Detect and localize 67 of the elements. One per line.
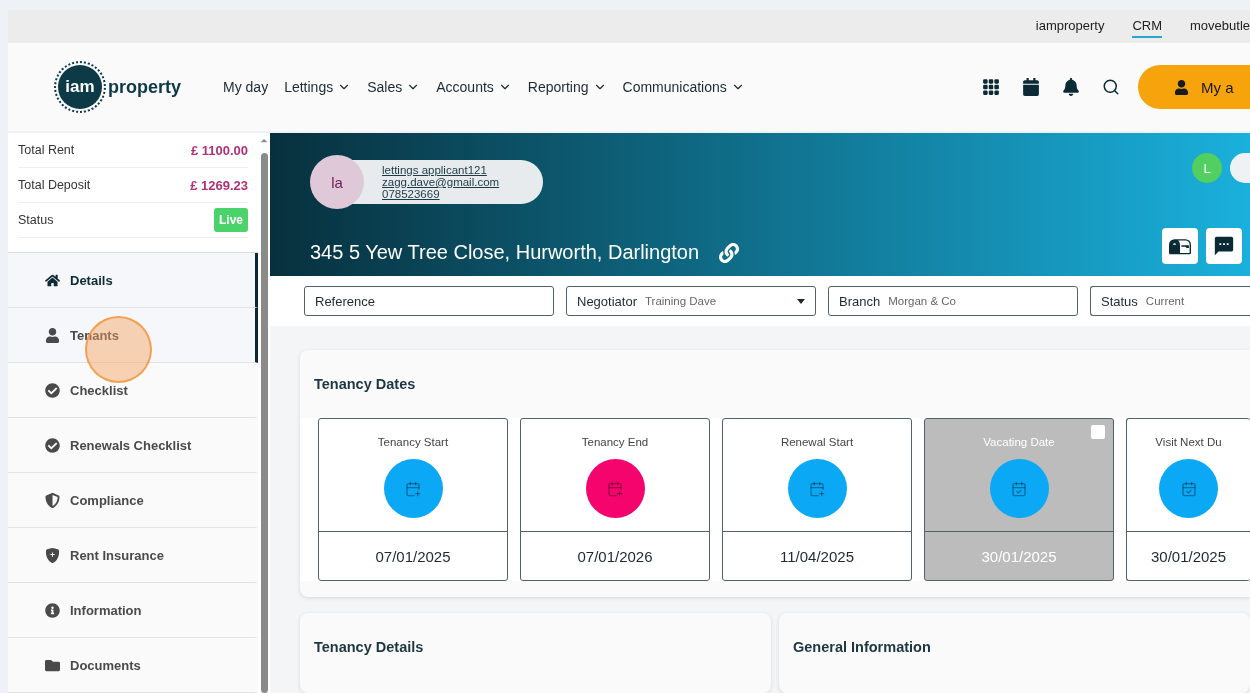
logo-word[interactable]: property (108, 76, 181, 98)
top-link[interactable]: movebutle (1190, 15, 1250, 38)
sidebar-item[interactable]: Details (8, 253, 258, 308)
date-value: 07/01/2025 (374, 546, 452, 567)
account-button[interactable]: My a (1138, 65, 1250, 109)
link-icon[interactable] (719, 242, 740, 263)
date-value: 11/04/2025 (779, 546, 855, 567)
date-label: Tenancy Start (377, 436, 449, 448)
date-label: Visit Next Du (1155, 436, 1222, 448)
sidebar-item[interactable]: Rent Insurance (8, 528, 258, 583)
nav-item[interactable]: Reporting (527, 79, 607, 95)
date-card[interactable]: Tenancy End 07/01/2026 (520, 418, 710, 581)
name-link[interactable]: lettings applicant121 (382, 164, 500, 176)
search-icon[interactable] (1102, 78, 1120, 96)
property-address: 345 5 Yew Tree Close, Hurworth, Darlington (310, 241, 700, 264)
panel-title: General Information (792, 638, 932, 657)
date-card[interactable]: Tenancy Start 07/01/2025 (318, 418, 508, 581)
sidebar-item[interactable]: Renewals Checklist (8, 418, 258, 473)
sms-button[interactable] (1206, 228, 1242, 264)
select-field[interactable]: Status Current (1090, 286, 1250, 316)
calendar-icon[interactable] (1022, 78, 1040, 96)
bell-icon[interactable] (1062, 78, 1080, 96)
sidebar-item[interactable]: Checklist (8, 363, 258, 418)
user-icon (45, 327, 60, 343)
sidebar-item[interactable]: Documents (8, 638, 258, 693)
top-link[interactable]: iamproperty (1035, 15, 1105, 38)
nav-item[interactable]: Accounts (436, 79, 512, 95)
amount-value: £ 1100.00 (190, 142, 248, 158)
folder-icon (45, 657, 60, 673)
nav-item[interactable]: My day (223, 79, 269, 95)
date-value: 30/01/2025 (1149, 546, 1228, 567)
summary-label: Total Deposit (18, 178, 91, 192)
logo-mark[interactable]: iam (58, 65, 102, 109)
sidebar-item[interactable]: Compliance (8, 473, 258, 528)
date-label: Renewal Start (780, 436, 854, 448)
select-field[interactable]: Negotiator Training Dave (566, 286, 816, 316)
date-value: 07/01/2026 (576, 546, 654, 567)
panel-title: Tenancy Dates (313, 375, 417, 394)
select-field[interactable]: Reference (304, 286, 554, 316)
date-value: 30/01/2025 (980, 546, 1058, 567)
date-card[interactable]: Renewal Start 11/04/2025 (722, 418, 912, 581)
date-label: Tenancy End (581, 436, 649, 448)
nav-item[interactable]: Lettings (284, 79, 352, 95)
mailbox-button[interactable] (1162, 228, 1198, 264)
sidebar-item[interactable]: Information (8, 583, 258, 638)
message-icon (1213, 235, 1235, 257)
date-card[interactable]: Visit Next Du 30/01/2025 (1126, 418, 1250, 581)
user-icon (1174, 79, 1189, 95)
info-icon (45, 602, 60, 618)
summary-label: Status (18, 213, 54, 227)
shield-icon (45, 492, 60, 508)
nav-item[interactable]: Sales (367, 79, 421, 95)
amount-value: £ 1269.23 (190, 177, 248, 193)
date-label: Vacating Date (983, 436, 1055, 448)
summary-label: Total Rent (18, 143, 75, 157)
home-icon (45, 272, 60, 288)
top-link[interactable]: CRM (1132, 15, 1162, 38)
select-field[interactable]: Branch Morgan & Co (828, 286, 1078, 316)
email-link[interactable]: zagg.dave@gmail.com (382, 176, 500, 188)
grid-icon[interactable] (982, 78, 1000, 96)
nav-item[interactable]: Communications (622, 79, 745, 95)
status-badge: Live (214, 208, 248, 232)
scrollbar[interactable] (258, 133, 270, 693)
avatar: la (310, 155, 364, 209)
shield-plus-icon (45, 547, 60, 563)
phone-link[interactable]: 078523669 (382, 188, 500, 200)
panel-title: Tenancy Details (313, 638, 425, 657)
